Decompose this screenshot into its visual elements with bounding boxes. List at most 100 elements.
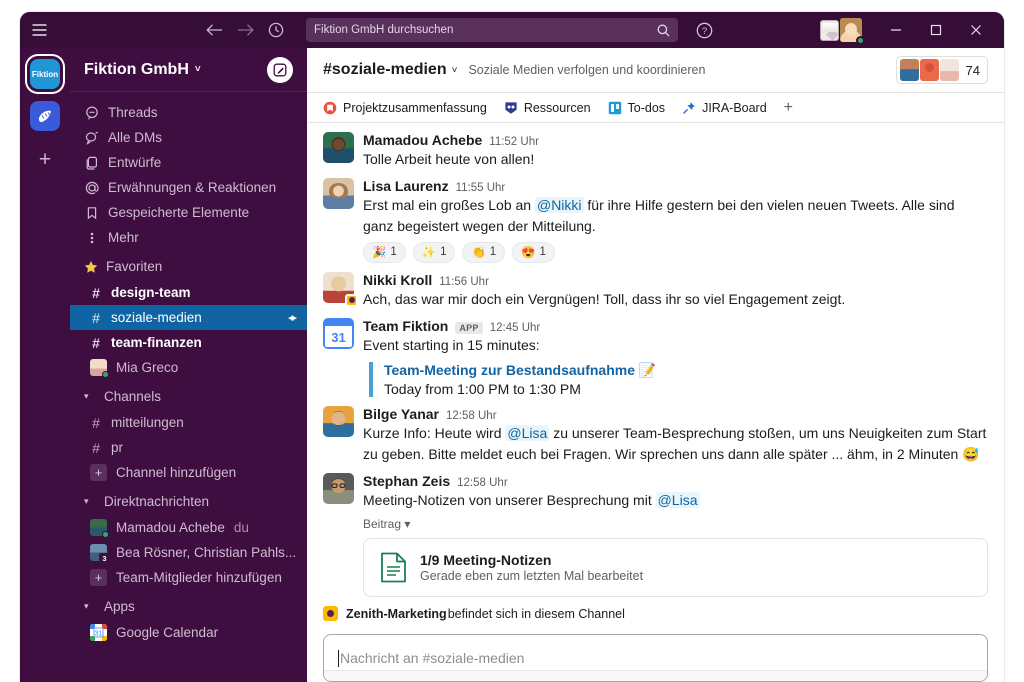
event-link[interactable]: Team-Meeting zur Bestandsaufnahme 📝: [384, 362, 988, 379]
message-author[interactable]: Nikki Kroll: [363, 272, 432, 288]
sidebar-item-group-dm[interactable]: 3 Bea Rösner, Christian Pahls...: [70, 540, 307, 565]
bookmark-icon: [84, 206, 99, 220]
mention-lisa[interactable]: @Lisa: [655, 492, 700, 509]
sidebar-item-soziale-medien[interactable]: # soziale-medien ◂▸: [70, 305, 307, 330]
sidebar-item-saved[interactable]: Gespeicherte Elemente: [70, 200, 307, 225]
message-author[interactable]: Team Fiktion: [363, 318, 448, 334]
avatar[interactable]: [840, 18, 865, 45]
sidebar-item-google-calendar[interactable]: 31 Google Calendar: [70, 620, 307, 645]
sidebar-item-more[interactable]: Mehr: [70, 225, 307, 250]
clock-icon[interactable]: [268, 22, 284, 38]
avatar[interactable]: [323, 406, 354, 438]
minimize-button[interactable]: [876, 12, 916, 48]
message-time[interactable]: 11:56 Uhr: [439, 276, 489, 288]
message-time[interactable]: 12:58 Uhr: [457, 477, 508, 489]
close-button[interactable]: [956, 12, 996, 48]
avatar[interactable]: [323, 132, 354, 163]
avatar[interactable]: [323, 271, 358, 307]
sidebar-item-all-dms[interactable]: Alle DMs: [70, 125, 307, 150]
search-icon[interactable]: [657, 24, 670, 37]
message-author[interactable]: Lisa Laurenz: [363, 178, 449, 194]
message-author[interactable]: Mamadou Achebe: [363, 132, 482, 148]
mention-lisa[interactable]: @Lisa: [505, 425, 550, 442]
message-time[interactable]: 12:58 Uhr: [446, 410, 497, 422]
sidebar-item-team-finanzen[interactable]: # team-finanzen: [70, 330, 307, 355]
message-input[interactable]: Nachricht an #soziale-medien: [323, 634, 988, 682]
tab-ressourcen[interactable]: Ressourcen: [504, 101, 591, 115]
user-avatar-group[interactable]: [820, 18, 865, 45]
svg-text:31: 31: [95, 631, 103, 638]
sidebar-item-mia-greco[interactable]: Mia Greco: [70, 355, 307, 380]
screenshot-thumbnail[interactable]: [820, 19, 839, 41]
tab-projektzusammenfassung[interactable]: Projektzusammenfassung: [323, 101, 487, 115]
dm-label: Mamadou Achebe: [116, 520, 225, 535]
star-icon: [84, 260, 98, 274]
reaction-count: 1: [440, 246, 447, 259]
message-text: Kurze Info: Heute wird @Lisa zu unserer …: [363, 423, 988, 464]
message-time[interactable]: 12:45 Uhr: [490, 322, 541, 334]
text-part: Kurze Info: Heute wird: [363, 425, 506, 442]
sidebar-item-mentions[interactable]: Erwähnungen & Reaktionen: [70, 175, 307, 200]
message-text: Tolle Arbeit heute von allen!: [363, 151, 535, 167]
member-list-button[interactable]: 74: [895, 56, 988, 84]
message-author[interactable]: Stephan Zeis: [363, 473, 450, 489]
sidebar-item-pr[interactable]: # pr: [70, 435, 307, 460]
add-channel-button[interactable]: + Channel hinzufügen: [70, 460, 307, 485]
sidebar-item-mamadou-achebe[interactable]: Mamadou Achebe du: [70, 515, 307, 540]
workspace-tile-croissant[interactable]: [30, 101, 60, 131]
message: Lisa Laurenz 11:55 Uhr Erst mal ein groß…: [323, 171, 988, 265]
add-workspace-button[interactable]: +: [30, 145, 60, 175]
maximize-button[interactable]: [916, 12, 956, 48]
avatar: [90, 359, 109, 378]
message-time[interactable]: 11:52 Uhr: [489, 136, 539, 148]
message-body: Team Fiktion APP 12:45 Uhr Event startin…: [363, 318, 988, 398]
reaction-pill[interactable]: 👏 1: [462, 241, 506, 263]
section-apps[interactable]: ▾ Apps: [70, 593, 307, 620]
reaction-emoji: 🎉: [372, 247, 387, 260]
reaction-pill[interactable]: 😍 1: [512, 241, 555, 263]
message-body: Bilge Yanar 12:58 Uhr Kurze Info: Heute …: [363, 406, 988, 464]
section-channels[interactable]: ▾ Channels: [70, 383, 307, 410]
sidebar-item-mitteilungen[interactable]: # mitteilungen: [70, 410, 307, 435]
message-author[interactable]: Bilge Yanar: [363, 406, 439, 422]
question-circle-icon[interactable]: ?: [696, 22, 713, 39]
post-type-dropdown[interactable]: Beitrag ▾: [363, 517, 988, 531]
message-body: Nikki Kroll 11:56 Uhr Ach, das war mir d…: [363, 272, 988, 309]
hamburger-icon[interactable]: [20, 12, 58, 48]
add-tab-button[interactable]: +: [784, 99, 793, 117]
message-header: Mamadou Achebe 11:52 Uhr: [363, 132, 988, 148]
member-avatars: [899, 59, 960, 81]
message-time[interactable]: 11:55 Uhr: [456, 182, 506, 194]
tab-to-dos[interactable]: To-dos: [608, 101, 665, 115]
avatar[interactable]: 31: [323, 318, 354, 350]
workspace-tile-fiktion[interactable]: Fiktion: [30, 59, 60, 89]
search-input[interactable]: Fiktion GmbH durchsuchen: [306, 18, 678, 42]
reaction-pill[interactable]: 🎉 1: [363, 241, 406, 263]
sidebar-item-label: Alle DMs: [108, 130, 163, 145]
compose-icon[interactable]: [267, 56, 293, 83]
channel-topic[interactable]: Soziale Medien verfolgen und koordiniere…: [468, 63, 705, 77]
mention-nikki[interactable]: @Nikki: [534, 197, 584, 214]
avatar[interactable]: [323, 178, 354, 210]
file-attachment[interactable]: 1/9 Meeting-Notizen Gerade eben zum letz…: [363, 538, 988, 598]
sidebar-item-design-team[interactable]: # design-team: [70, 280, 307, 305]
sidebar-item-drafts[interactable]: Entwürfe: [70, 150, 307, 175]
board-icon: [608, 101, 622, 115]
tab-jira-board[interactable]: JIRA-Board: [682, 101, 767, 115]
app-name: Zenith-Marketing: [346, 606, 447, 621]
channel-tabs: Projektzusammenfassung Ressourcen To-dos: [307, 93, 1004, 123]
sidebar-item-label: Entwürfe: [108, 155, 162, 170]
google-calendar-icon: 31: [90, 624, 107, 641]
reaction-pill[interactable]: ✨ 1: [412, 241, 456, 263]
channel-name[interactable]: #soziale-medien ˅: [323, 61, 457, 79]
arrow-right-icon[interactable]: [237, 23, 254, 37]
arrow-left-icon[interactable]: [206, 23, 223, 37]
sidebar-item-label: Erwähnungen & Reaktionen: [108, 180, 277, 195]
workspace-name[interactable]: Fiktion GmbH ˅: [84, 61, 201, 79]
avatar[interactable]: [323, 473, 354, 505]
workspace-header[interactable]: Fiktion GmbH ˅: [70, 48, 307, 92]
section-favorites[interactable]: Favoriten: [70, 253, 307, 280]
sidebar-item-threads[interactable]: Threads: [70, 100, 307, 125]
add-teammates-button[interactable]: + Team-Mitglieder hinzufügen: [70, 565, 307, 590]
section-direct-messages[interactable]: ▾ Direktnachrichten: [70, 488, 307, 515]
